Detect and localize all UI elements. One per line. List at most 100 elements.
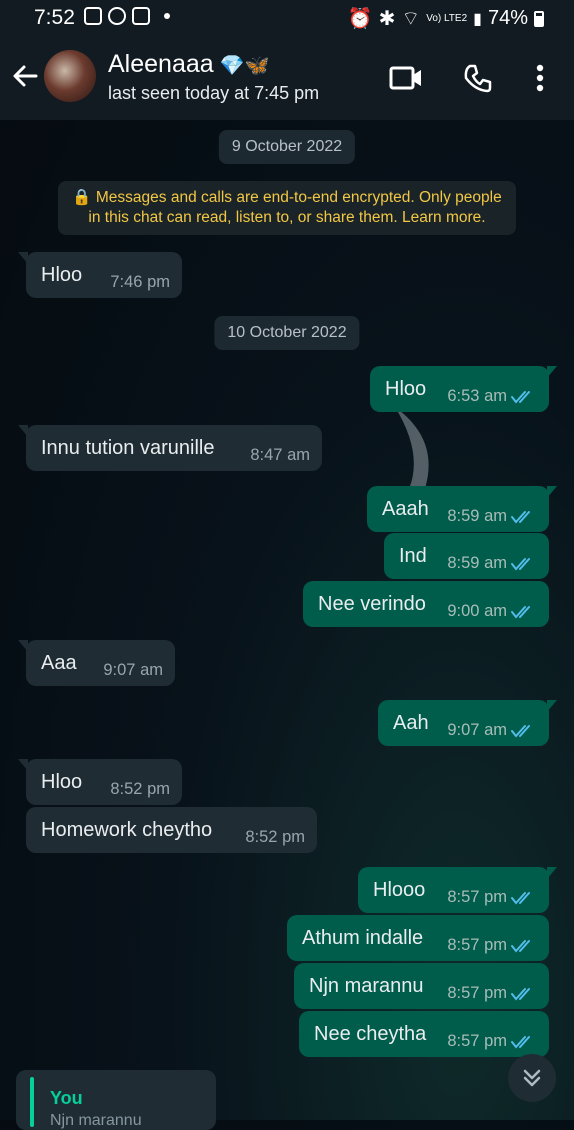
message-time: 8:57 pm [447,984,507,1002]
date-chip: 9 October 2022 [218,130,356,164]
message-in[interactable]: Hloo 8:52 pm [18,759,182,805]
message-time: 8:52 pm [245,828,305,846]
message-in[interactable]: Aaa 9:07 am [18,640,175,686]
message-out[interactable]: Hlooo 8:57 pm [358,867,557,913]
message-out[interactable]: Athum indalle 8:57 pm [287,915,549,961]
message-meta: 8:57 pm [447,1032,537,1051]
network-label: Vo) LTE2 [426,12,468,24]
message-time: 9:07 am [447,721,507,739]
message-text: Homework cheytho [41,819,213,841]
read-ticks-icon [511,987,530,1001]
phone-icon [464,64,492,93]
message-time: 7:46 pm [110,273,170,291]
contact-emoji: 💎🦋 [219,55,270,77]
message-out[interactable]: Ind 8:59 am [384,533,549,579]
message-in[interactable]: Homework cheytho 8:52 pm [26,807,317,853]
read-ticks-icon [511,605,530,619]
signal-icon: ▮ [473,10,482,28]
message-text: Innu tution varunille [41,437,215,459]
back-arrow-icon[interactable] [10,60,42,92]
message-time: 8:57 pm [447,888,507,906]
bubble-tail [18,640,28,652]
battery-percent: 74% [487,7,528,29]
read-ticks-icon [511,724,530,738]
message-out[interactable]: Nee verindo 9:00 am [303,581,549,627]
bubble-tail [18,252,28,264]
message-text: Aah [393,712,429,734]
voice-call-button[interactable] [458,58,498,98]
message-text: Hloo [385,378,427,400]
more-options-button[interactable] [520,58,560,98]
message-time: 8:47 am [250,446,310,464]
read-ticks-icon [511,891,530,905]
scroll-to-bottom-button[interactable] [508,1054,556,1102]
read-ticks-icon [511,1035,530,1049]
status-bar: 7:52 ⏰ ✱ ⌔ Vo) LTE2 ▮ 74% [0,0,574,36]
double-chevron-down-icon [523,1069,541,1087]
message-out[interactable]: Aah 9:07 am [378,700,557,746]
message-meta: 8:59 am [447,554,537,573]
bubble-tail [547,366,557,378]
contact-name[interactable]: Aleenaaa 💎🦋 [108,50,269,79]
message-text: Athum indalle [302,927,424,949]
message-time: 8:59 am [447,554,507,572]
message-time: 9:00 am [447,602,507,620]
message-text: Ind [399,545,427,567]
wifi-icon: ⌔ [401,8,421,30]
reply-preview-text: Njn marannu [50,1112,142,1129]
bubble-tail [547,486,557,498]
contact-name-text: Aleenaaa [108,50,214,78]
avatar[interactable] [44,50,96,102]
bluetooth-icon: ✱ [378,8,396,30]
bubble-tail [18,425,28,437]
message-time: 9:07 am [103,661,163,679]
message-meta: 8:57 pm [447,984,537,1003]
kebab-menu-icon [536,64,544,92]
bubble-tail [18,759,28,771]
message-out[interactable]: Nee cheytha 8:57 pm [299,1011,549,1057]
message-in[interactable]: Hloo 7:46 pm [18,252,182,298]
message-text: Njn marannu [309,975,424,997]
alarm-icon: ⏰ [347,8,373,30]
message-time: 8:52 pm [110,780,170,798]
read-ticks-icon [511,557,530,571]
message-in[interactable]: Innu tution varunille 8:47 am [18,425,322,471]
chat-header: Aleenaaa 💎🦋 last seen today at 7:45 pm [0,36,574,120]
video-camera-icon [389,66,421,90]
notification-icons [84,7,170,25]
message-out[interactable]: Hloo 6:53 am [370,366,557,412]
status-time: 7:52 [34,6,75,29]
encryption-line-2: in this chat can read, listen to, or sha… [88,209,486,226]
message-text: Hloo [41,264,83,286]
video-call-button[interactable] [386,58,426,98]
message-meta: 9:07 am [447,721,537,740]
message-time: 8:59 am [447,507,507,525]
chat-bubble-icon [108,7,126,25]
gallery-icon [84,7,102,25]
message-time: 8:57 pm [447,1032,507,1050]
message-meta: 6:53 am [447,387,537,406]
message-meta: 9:00 am [447,602,537,621]
battery-icon [534,10,544,27]
chat-area[interactable]: 9 October 2022 🔒 Messages and calls are … [0,120,574,1130]
message-meta: 8:57 pm [447,936,537,955]
bubble-tail [547,700,557,712]
encryption-notice[interactable]: 🔒 Messages and calls are end-to-end encr… [58,181,516,235]
message-text: Nee verindo [318,593,426,615]
read-ticks-icon [511,939,530,953]
message-time: 6:53 am [447,387,507,405]
last-seen-status: last seen today at 7:45 pm [108,83,320,103]
bubble-tail [547,867,557,879]
message-meta: 8:59 am [447,507,537,526]
quoted-reply-bubble[interactable]: You Njn marannu [16,1070,216,1130]
date-chip: 10 October 2022 [214,316,360,350]
status-right: ⏰ ✱ ⌔ Vo) LTE2 ▮ 74% [348,6,544,31]
message-out[interactable]: Aaah 8:59 am [367,486,557,532]
message-text: Aaah [382,498,429,520]
message-text: Hlooo [373,879,426,901]
instagram-icon [132,7,150,25]
message-out[interactable]: Njn marannu 8:57 pm [294,963,549,1009]
encryption-line-1: 🔒 Messages and calls are end-to-end encr… [72,189,502,206]
message-text: Aaa [41,652,77,674]
read-ticks-icon [511,390,530,404]
